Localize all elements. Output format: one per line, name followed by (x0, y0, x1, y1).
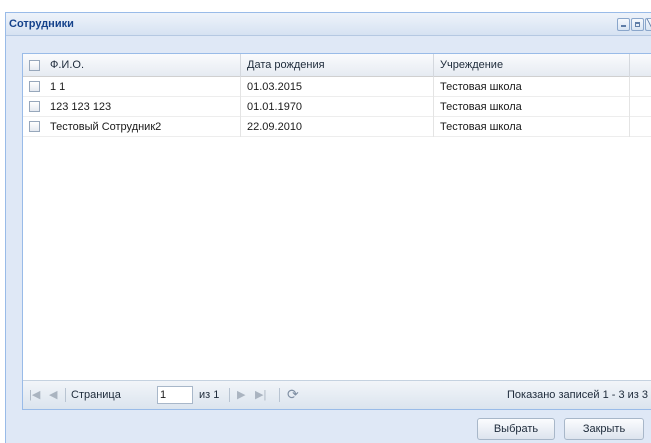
paging-toolbar: |◀ ◀ Страница из 1 ▶ ▶| ⟳ Показано запис… (23, 380, 651, 409)
cell-birth-date: 01.01.1970 (241, 97, 434, 117)
toolbar-separator (279, 388, 280, 402)
next-page-icon[interactable]: ▶ (237, 389, 245, 401)
row-checkbox[interactable] (29, 81, 40, 92)
table-row[interactable]: 123 123 123 01.01.1970 Тестовая школа (23, 97, 651, 117)
page-label: Страница (71, 389, 121, 401)
cell-name: Тестовый Сотрудник2 (44, 117, 241, 137)
row-checkbox[interactable] (29, 121, 40, 132)
window-tools (617, 18, 651, 31)
cell-birth-date: 01.03.2015 (241, 77, 434, 97)
cell-name: 123 123 123 (44, 97, 241, 117)
window-titlebar[interactable]: Сотрудники (6, 13, 651, 36)
window-title: Сотрудники (9, 18, 74, 30)
cell-birth-date: 22.09.2010 (241, 117, 434, 137)
employees-window: Сотрудники Ф.И.О. Дата рождения Учрежден… (5, 12, 651, 443)
toolbar-separator (229, 388, 230, 402)
refresh-icon[interactable]: ⟳ (287, 386, 299, 403)
row-checkbox[interactable] (29, 101, 40, 112)
close-icon[interactable] (645, 18, 651, 31)
column-header-birth-date[interactable]: Дата рождения (241, 54, 434, 77)
prev-page-icon[interactable]: ◀ (49, 389, 57, 401)
cell-institution: Тестовая школа (434, 117, 630, 137)
maximize-icon[interactable] (631, 18, 644, 31)
toolbar-separator (65, 388, 66, 402)
column-header-institution[interactable]: Учреждение (434, 54, 630, 77)
page-count-label: из 1 (199, 389, 220, 401)
cell-name: 1 1 (44, 77, 241, 97)
last-page-icon[interactable]: ▶| (255, 389, 266, 401)
table-row[interactable]: 1 1 01.03.2015 Тестовая школа (23, 77, 651, 97)
employees-grid: Ф.И.О. Дата рождения Учреждение 1 1 01.0… (22, 53, 651, 410)
minimize-icon[interactable] (617, 18, 630, 31)
page-number-input[interactable] (157, 386, 193, 404)
grid-header: Ф.И.О. Дата рождения Учреждение (23, 54, 651, 77)
table-row[interactable]: Тестовый Сотрудник2 22.09.2010 Тестовая … (23, 117, 651, 137)
cell-institution: Тестовая школа (434, 97, 630, 117)
first-page-icon[interactable]: |◀ (29, 389, 40, 401)
close-button[interactable]: Закрыть (564, 418, 644, 440)
select-button[interactable]: Выбрать (477, 418, 555, 440)
paging-info: Показано записей 1 - 3 из 3 (507, 389, 648, 401)
cell-institution: Тестовая школа (434, 77, 630, 97)
select-all-checkbox[interactable] (29, 60, 40, 71)
column-header-name[interactable]: Ф.И.О. (44, 54, 241, 77)
